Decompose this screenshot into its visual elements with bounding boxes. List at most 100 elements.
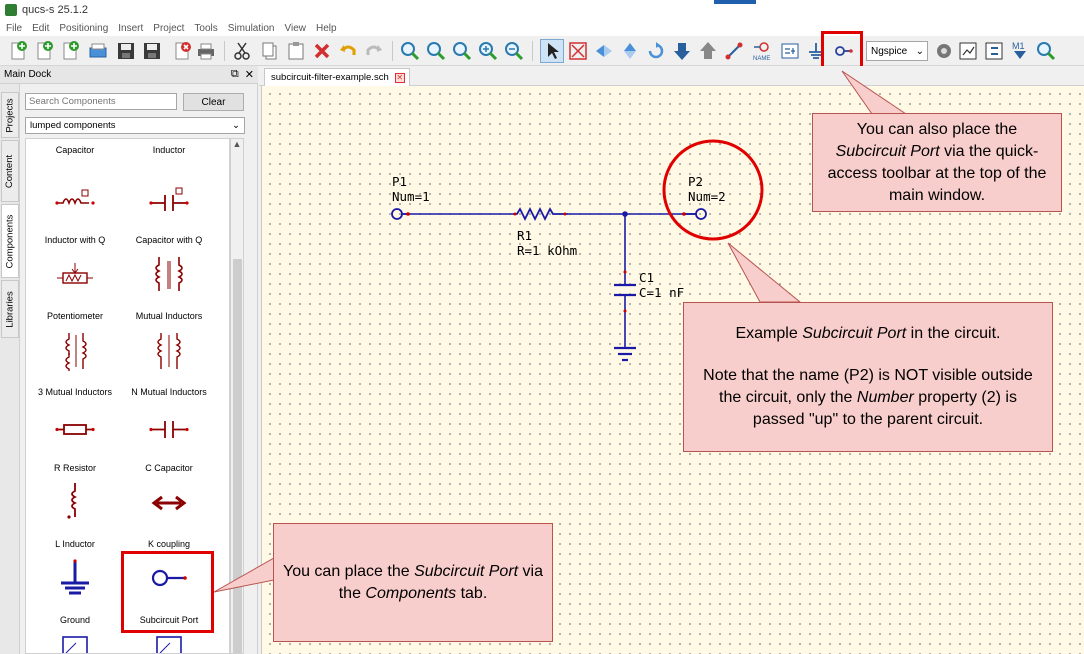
component-meter-partial[interactable] (28, 631, 122, 653)
callout-components-text: You can place the Subcircuit Port via th… (282, 561, 544, 605)
capacitor-c1-value[interactable]: C=1 nF (639, 285, 684, 300)
menu-positioning[interactable]: Positioning (54, 23, 113, 34)
select-mode-icon[interactable] (540, 39, 564, 63)
component-subcircuit-port[interactable]: Subcircuit Port (122, 555, 216, 631)
component-label: 3 Mutual Inductors (37, 387, 113, 397)
category-select-value: lumped components (30, 120, 116, 131)
component-list-scrollbar[interactable]: ▲ (230, 138, 244, 654)
menu-help[interactable]: Help (311, 23, 342, 34)
dock-title: Main Dock (4, 69, 52, 80)
scroll-up-icon[interactable]: ▲ (231, 139, 243, 153)
background-window-edge (714, 0, 756, 4)
menu-simulation[interactable]: Simulation (223, 23, 280, 34)
new-symbol-icon[interactable] (58, 39, 82, 63)
delete-icon[interactable] (310, 39, 334, 63)
port-p2-number[interactable]: Num=2 (688, 189, 726, 204)
copy-icon[interactable] (258, 39, 282, 63)
deactivate-icon[interactable] (566, 39, 590, 63)
component-search-input[interactable] (25, 93, 177, 110)
component-ground[interactable]: Ground (28, 555, 122, 631)
paste-icon[interactable] (284, 39, 308, 63)
resistor-r1-name[interactable]: R1 (517, 228, 532, 243)
close-document-icon[interactable] (170, 39, 194, 63)
port-p1-name[interactable]: P1 (392, 174, 407, 189)
junction-dot (622, 211, 628, 217)
mirror-y-icon[interactable] (618, 39, 642, 63)
clear-search-button[interactable]: Clear (183, 93, 244, 111)
component-capacitor-with-q[interactable]: Capacitor with Q (122, 175, 216, 251)
menu-project[interactable]: Project (148, 23, 189, 34)
menu-file[interactable]: File (0, 23, 27, 34)
zoom-one-to-one-icon[interactable] (450, 39, 474, 63)
tab-projects[interactable]: Projects (1, 92, 19, 138)
save-icon[interactable] (114, 39, 138, 63)
resistor-r1-value[interactable]: R=1 kOhm (517, 243, 577, 258)
capacitor-c1-name[interactable]: C1 (639, 270, 654, 285)
mirror-x-icon[interactable] (592, 39, 616, 63)
tab-libraries[interactable]: Libraries (1, 280, 19, 338)
set-marker-icon[interactable]: M1 (1008, 39, 1032, 63)
float-dock-icon[interactable]: ⧉ (231, 68, 239, 81)
component-k-coupling[interactable]: K coupling (122, 479, 216, 555)
port-p2-name[interactable]: P2 (688, 174, 703, 189)
component-potentiometer[interactable]: Potentiometer (28, 251, 122, 327)
close-dock-icon[interactable]: ✕ (245, 68, 254, 81)
port-p1-symbol[interactable] (391, 208, 403, 220)
simulator-select[interactable]: Ngspice ⌄ (866, 41, 928, 61)
callout-emphasis: Subcircuit Port (414, 562, 519, 580)
redo-icon[interactable] (362, 39, 386, 63)
k-coupling-icon (151, 495, 187, 511)
zoom-fit-icon[interactable] (398, 39, 422, 63)
open-icon[interactable] (86, 39, 110, 63)
zoom-out-icon[interactable] (502, 39, 526, 63)
tab-content[interactable]: Content (1, 140, 19, 202)
close-tab-icon[interactable]: ✕ (394, 73, 405, 83)
move-up-icon[interactable] (696, 39, 720, 63)
simulate-icon[interactable] (932, 39, 956, 63)
menu-insert[interactable]: Insert (113, 23, 148, 34)
callout-emphasis: Subcircuit Port (835, 142, 940, 160)
menu-edit[interactable]: Edit (27, 23, 54, 34)
wire-label-icon[interactable]: NAME (750, 39, 774, 63)
print-icon[interactable] (194, 39, 218, 63)
new-schematic-icon[interactable] (6, 39, 30, 63)
component-label: Inductor with Q (44, 235, 106, 245)
component-n-mutual-inductors[interactable]: N Mutual Inductors (122, 327, 216, 403)
component-category-select[interactable]: lumped components ⌄ (25, 117, 245, 134)
tab-components[interactable]: Components (1, 204, 19, 278)
subcircuit-port-icon (151, 569, 187, 587)
resistor-r1-symbol[interactable] (513, 206, 568, 222)
view-data-display-icon[interactable] (956, 39, 980, 63)
wire-icon[interactable] (722, 39, 746, 63)
tab-schematic-document[interactable]: subcircuit-filter-example.sch ✕ (264, 68, 410, 86)
callout-text: Example (735, 325, 803, 342)
save-all-icon[interactable] (140, 39, 164, 63)
subcircuit-port-toolbar-icon[interactable] (832, 39, 856, 63)
equation-icon[interactable] (778, 39, 802, 63)
cut-icon[interactable] (230, 39, 254, 63)
new-text-icon[interactable] (32, 39, 56, 63)
window-title: qucs-s 25.1.2 (22, 4, 89, 16)
switch-page-icon[interactable] (982, 39, 1006, 63)
component-r-resistor[interactable]: R Resistor (28, 403, 122, 479)
component-meter-partial[interactable] (122, 631, 216, 653)
tune-icon[interactable] (1034, 39, 1058, 63)
zoom-in-icon[interactable] (476, 39, 500, 63)
component-c-capacitor[interactable]: C Capacitor (122, 403, 216, 479)
menu-view[interactable]: View (279, 23, 311, 34)
component-l-inductor[interactable]: L Inductor (28, 479, 122, 555)
component-label: Subcircuit Port (139, 615, 199, 625)
undo-icon[interactable] (336, 39, 360, 63)
rotate-icon[interactable] (644, 39, 668, 63)
port-p2-symbol[interactable] (695, 208, 707, 220)
menu-tools[interactable]: Tools (189, 23, 222, 34)
component-inductor-with-q[interactable]: Inductor with Q (28, 175, 122, 251)
scrollbar-thumb[interactable] (233, 259, 242, 653)
component-3-mutual-inductors[interactable]: 3 Mutual Inductors (28, 327, 122, 403)
n-mutual-inductors-icon (157, 333, 181, 369)
component-mutual-inductors[interactable]: Mutual Inductors (122, 251, 216, 327)
move-down-icon[interactable] (670, 39, 694, 63)
ground-icon[interactable] (804, 39, 828, 63)
zoom-selection-icon[interactable] (424, 39, 448, 63)
port-p1-number[interactable]: Num=1 (392, 189, 430, 204)
